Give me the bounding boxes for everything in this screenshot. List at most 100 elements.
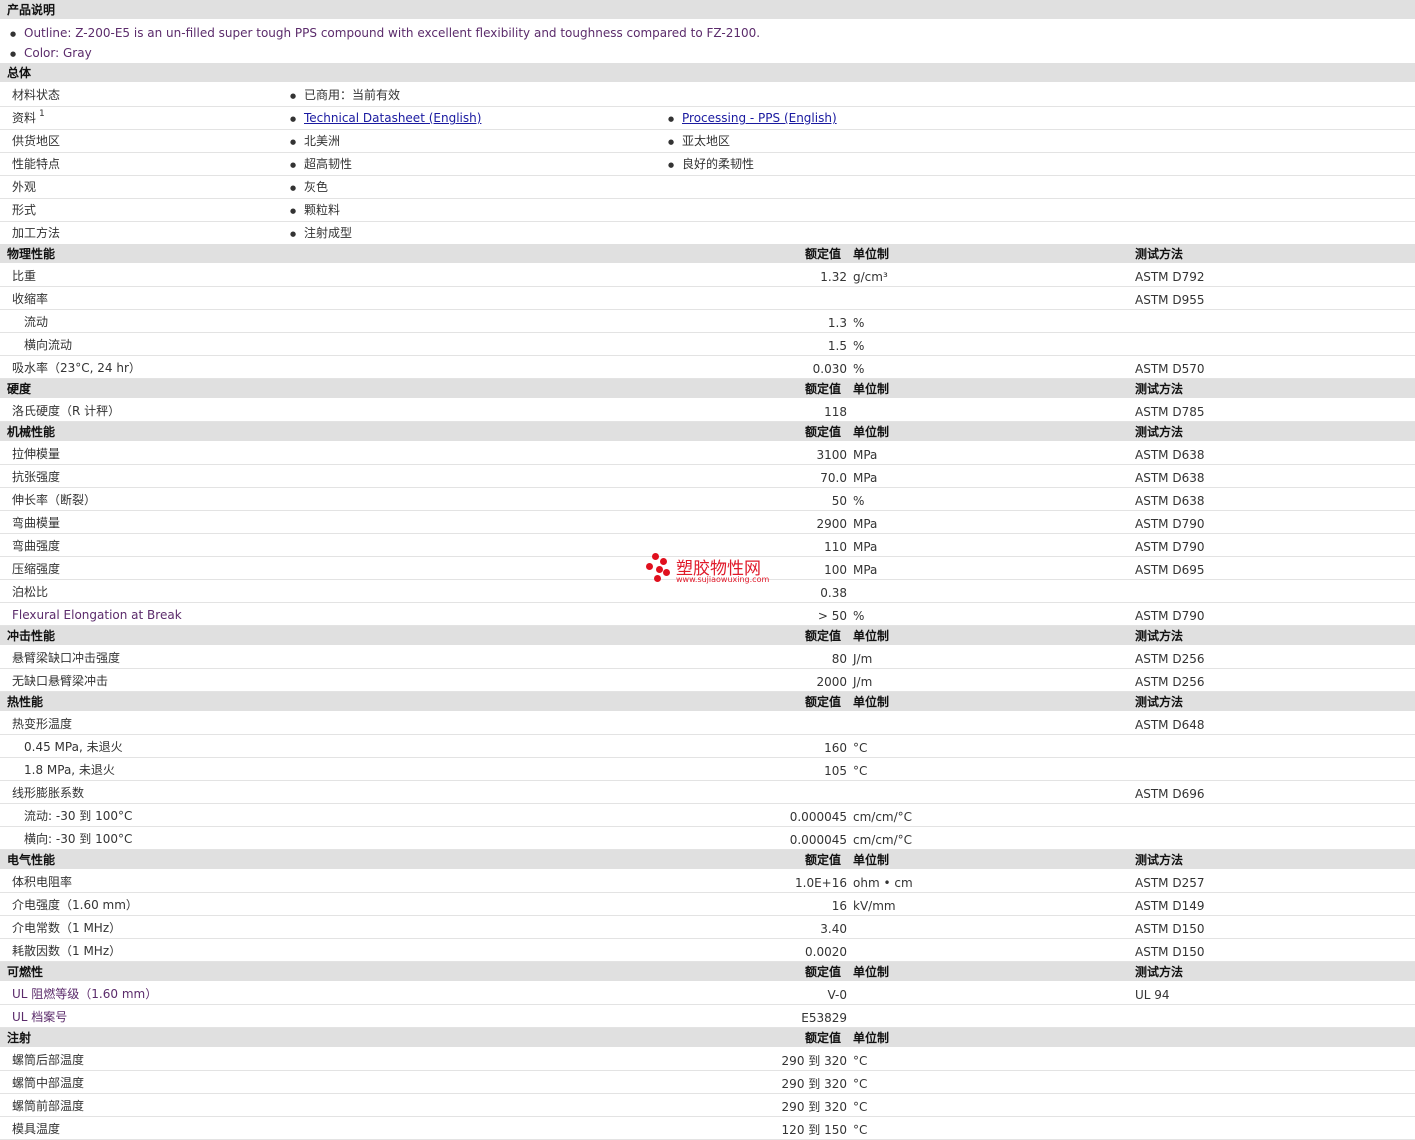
- test-method: ASTM D257: [1135, 876, 1205, 890]
- property-unit: MPa: [853, 540, 878, 554]
- property-label: 悬臂梁缺口冲击强度: [12, 651, 121, 665]
- property-row: 吸水率（23°C, 24 hr） 0.030% ASTM D570: [0, 356, 1415, 379]
- section-header-description: 产品说明: [0, 0, 1415, 19]
- property-value: 3.40: [820, 922, 847, 936]
- section-title: 总体: [7, 66, 32, 80]
- col-unit-header: 单位制: [853, 629, 890, 643]
- test-method: ASTM D150: [1135, 922, 1205, 936]
- property-label: 流动: -30 到 100°C: [24, 809, 133, 823]
- property-row: UL 档案号 E53829: [0, 1005, 1415, 1028]
- section-title: 电气性能: [7, 853, 56, 867]
- property-row: 洛氏硬度（R 计秤） 118 ASTM D785: [0, 399, 1415, 422]
- col-unit-header: 单位制: [853, 695, 890, 709]
- col-value-header: 额定值: [805, 1031, 842, 1045]
- property-row: 螺筒中部温度 290 到 320 °C: [0, 1071, 1415, 1094]
- property-label: 流动: [24, 315, 49, 329]
- property-value: E53829: [801, 1011, 847, 1025]
- general-value: 注射成型: [290, 226, 352, 241]
- property-label: 收缩率: [12, 292, 49, 306]
- property-row: 悬臂梁缺口冲击强度 80 J/m ASTM D256: [0, 646, 1415, 669]
- property-label: 螺筒中部温度: [12, 1076, 85, 1090]
- property-label: 吸水率（23°C, 24 hr）: [12, 361, 141, 375]
- test-method: ASTM D695: [1135, 563, 1205, 577]
- watermark-url: www.sujiaowuxing.com: [676, 575, 770, 584]
- test-method: ASTM D790: [1135, 540, 1205, 554]
- test-method: ASTM D150: [1135, 945, 1205, 959]
- test-method: ASTM D792: [1135, 270, 1205, 284]
- general-label: 材料状态: [12, 88, 61, 102]
- property-row: 介电强度（1.60 mm） 16 kV/mm ASTM D149: [0, 893, 1415, 916]
- property-row: 介电常数（1 MHz） 3.40 ASTM D150: [0, 916, 1415, 939]
- property-row: UL 阻燃等级（1.60 mm） V-0 UL 94: [0, 982, 1415, 1005]
- property-row: Flexural Elongation at Break > 50% ASTM D7…: [0, 603, 1415, 626]
- property-label: 拉伸模量: [12, 447, 61, 461]
- general-label: 加工方法: [12, 226, 61, 240]
- property-value: 3100: [816, 448, 847, 462]
- property-value: > 50: [817, 609, 847, 623]
- section-header: 可燃性 额定值 单位制 测试方法: [0, 962, 1415, 981]
- property-value: 0.030: [812, 362, 847, 376]
- general-row: 加工方法 注射成型: [0, 222, 1415, 245]
- property-value: 1.0E+16: [795, 876, 847, 890]
- color-text: Color: Gray: [10, 46, 92, 61]
- property-label: 体积电阻率: [12, 875, 73, 889]
- property-row: 拉伸模量 3100 MPa ASTM D638: [0, 442, 1415, 465]
- property-unit: MPa: [853, 448, 878, 462]
- col-method-header: 测试方法: [1135, 247, 1184, 261]
- property-value: 0.38: [820, 586, 847, 600]
- general-label: 外观: [12, 180, 37, 194]
- test-method: UL 94: [1135, 988, 1170, 1002]
- property-label: UL 阻燃等级（1.60 mm）: [12, 987, 158, 1001]
- col-method-header: 测试方法: [1135, 425, 1184, 439]
- property-unit: %: [853, 362, 865, 376]
- col-unit-header: 单位制: [853, 853, 890, 867]
- section-header: 物理性能 额定值 单位制 测试方法: [0, 244, 1415, 263]
- section-header: 硬度 额定值 单位制 测试方法: [0, 379, 1415, 398]
- test-method: ASTM D696: [1135, 787, 1205, 801]
- property-label: 0.45 MPa, 未退火: [24, 740, 123, 754]
- col-value-header: 额定值: [805, 965, 842, 979]
- col-unit-header: 单位制: [853, 965, 890, 979]
- property-value: 50: [831, 494, 847, 508]
- general-row: 材料状态 已商用：当前有效: [0, 84, 1415, 107]
- property-label: Flexural Elongation at Break: [12, 608, 182, 622]
- property-unit: %: [853, 609, 865, 623]
- property-label: 压缩强度: [12, 562, 61, 576]
- property-label: UL 档案号: [12, 1010, 68, 1024]
- property-row: 螺筒前部温度 290 到 320 °C: [0, 1094, 1415, 1117]
- general-value: 良好的柔韧性: [668, 157, 754, 172]
- property-unit: ohm • cm: [853, 876, 913, 890]
- property-unit: °C: [853, 1123, 868, 1137]
- general-label: 性能特点: [12, 157, 61, 171]
- property-value: 1.32: [820, 270, 847, 284]
- property-value: 2000: [816, 675, 847, 689]
- section-title: 可燃性: [7, 965, 44, 979]
- datasheet-link[interactable]: Technical Datasheet (English): [290, 111, 481, 126]
- col-value-header: 额定值: [805, 382, 842, 396]
- property-row: 1.8 MPa, 未退火 105 °C: [0, 758, 1415, 781]
- property-row: 线形膨胀系数 ASTM D696: [0, 781, 1415, 804]
- general-row: 资料1 Technical Datasheet (English) Processi…: [0, 107, 1415, 130]
- col-method-header: 测试方法: [1135, 853, 1184, 867]
- test-method: ASTM D785: [1135, 405, 1205, 419]
- footnote-marker: 1: [39, 109, 45, 119]
- property-label: 弯曲模量: [12, 516, 61, 530]
- col-value-header: 额定值: [805, 853, 842, 867]
- property-row: 弯曲模量 2900 MPa ASTM D790: [0, 511, 1415, 534]
- property-row: 0.45 MPa, 未退火 160 °C: [0, 735, 1415, 758]
- general-value: 颗粒料: [290, 203, 340, 218]
- property-value: 1.5: [827, 339, 847, 353]
- processing-link[interactable]: Processing - PPS (English): [668, 111, 837, 126]
- property-value: 290 到 320: [781, 1054, 847, 1068]
- test-method: ASTM D149: [1135, 899, 1205, 913]
- section-title: 冲击性能: [7, 629, 56, 643]
- property-value: 2900: [816, 517, 847, 531]
- property-label: 横向流动: [24, 338, 73, 352]
- property-unit: %: [853, 316, 865, 330]
- general-value: 亚太地区: [668, 134, 730, 149]
- col-method-header: 测试方法: [1135, 382, 1184, 396]
- property-row: 横向: -30 到 100°C 0.000045 cm/cm/°C: [0, 827, 1415, 850]
- general-value: 已商用：当前有效: [290, 88, 400, 103]
- section-header: 热性能 额定值 单位制 测试方法: [0, 692, 1415, 711]
- property-row: 模具温度 120 到 150 °C: [0, 1117, 1415, 1140]
